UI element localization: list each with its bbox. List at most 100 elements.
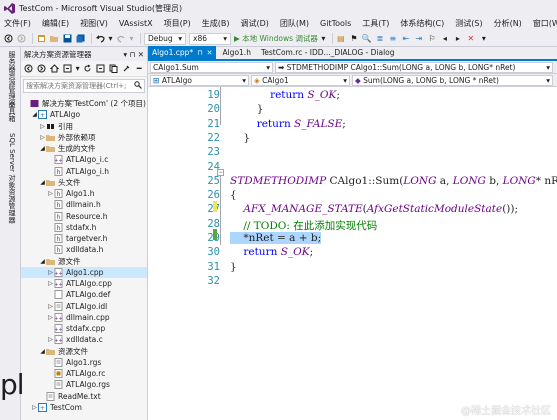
tree-item[interactable]: h dllmain.h (21, 199, 147, 210)
menu-item[interactable]: 分析(N) (494, 18, 522, 29)
panel-window-controls[interactable]: ▾ ⊓ ✕ (123, 50, 144, 59)
start-debugging-button[interactable]: ▶ 本地 Windows 调试器 (234, 33, 318, 44)
document-tab[interactable]: Algo1.cpp* ⊓ ✕ (148, 46, 217, 59)
browser-link-icon[interactable]: ▤ (336, 34, 346, 44)
toolbar-overflow-icon[interactable]: ▾ (479, 34, 489, 44)
document-tab[interactable]: Algo1.h (218, 46, 254, 59)
collapse-all-icon[interactable] (96, 64, 106, 74)
collapsed-arrow-icon[interactable]: ▷ (47, 336, 54, 343)
undo-icon[interactable] (95, 34, 105, 44)
show-all-files-icon[interactable] (109, 64, 119, 74)
open-file-icon[interactable] (49, 34, 59, 44)
tree-item[interactable]: Algo1.rgs (21, 357, 147, 368)
toolbox-tab[interactable]: 工具箱 (5, 101, 17, 122)
outdent-icon[interactable]: ⇤ (401, 34, 411, 44)
pending-changes-filter-icon[interactable] (62, 64, 72, 74)
menu-item[interactable]: GitTools (320, 19, 351, 28)
menu-item[interactable]: 项目(P) (164, 18, 191, 29)
menu-item[interactable]: 工具(T) (362, 18, 389, 29)
undo-dropdown-icon[interactable]: ▾ (108, 34, 113, 44)
method-dropdown[interactable]: ◆ Sum(LONG a, LONG b, LONG * nRet) ▾ (352, 74, 553, 86)
sql-server-object-explorer-tab[interactable]: SQL Server 对象资源管理器 (5, 133, 17, 223)
clear-bookmarks-icon[interactable]: ✕ (466, 34, 476, 44)
comment-icon[interactable]: ≣ (375, 34, 385, 44)
menu-item[interactable]: VAssistX (119, 19, 153, 28)
tree-item[interactable]: ◢ 生成的文件 (21, 143, 147, 154)
search-icon[interactable] (134, 81, 142, 91)
forward-icon[interactable] (37, 64, 47, 74)
close-tab-icon[interactable]: ✕ (207, 49, 213, 57)
tree-item[interactable]: ATLAlgo.rgs (21, 379, 147, 390)
toggle-bookmark-icon[interactable]: ⚐ (427, 34, 437, 44)
menu-item[interactable]: 视图(V) (80, 18, 108, 29)
solution-platform-dropdown[interactable]: x86 ▾ (189, 32, 231, 45)
server-explorer-tab[interactable]: 服务器资源管理器 (5, 51, 17, 107)
tree-item[interactable]: ▷ ++ ATLAlgo.cpp (21, 278, 147, 289)
menu-item[interactable]: 窗口(W) (533, 18, 557, 29)
save-icon[interactable] (62, 34, 72, 44)
preview-selected-items-icon[interactable]: ━ (134, 64, 144, 74)
menu-item[interactable]: 调试(D) (240, 18, 268, 29)
redo-icon[interactable] (116, 34, 126, 44)
tree-item[interactable]: h ATLAlgo_i.h (21, 166, 147, 177)
collapsed-arrow-icon[interactable]: ▷ (47, 314, 54, 321)
tree-item[interactable]: ▷ + TestCom (21, 402, 147, 413)
collapsed-arrow-icon[interactable]: ▷ (39, 123, 46, 130)
tree-item[interactable]: ▷ ATLAlgo.idl (21, 301, 147, 312)
menu-item[interactable]: 文件(F) (4, 18, 31, 29)
save-all-icon[interactable] (75, 34, 85, 44)
sync-with-active-document-icon[interactable]: ▾ (75, 64, 80, 74)
solution-explorer-search-input[interactable] (26, 82, 126, 90)
collapsed-arrow-icon[interactable]: ▷ (47, 280, 54, 287)
navigate-back-icon[interactable] (3, 34, 13, 44)
tree-item[interactable]: ATLAlgo.def (21, 289, 147, 300)
menu-item[interactable]: 生成(B) (202, 18, 230, 29)
solution-configuration-dropdown[interactable]: Debug ▾ (144, 32, 186, 45)
solution-explorer-search-box[interactable] (23, 79, 145, 93)
member-dropdown[interactable]: ➡ STDMETHODIMP CAlgo1::Sum(LONG a, LONG … (275, 61, 553, 73)
menu-item[interactable]: 编辑(E) (42, 18, 69, 29)
tree-item[interactable]: h xdlldata.h (21, 244, 147, 255)
collapsed-arrow-icon[interactable]: ▷ (47, 303, 54, 310)
navigate-forward-icon[interactable] (16, 34, 26, 44)
bookmark-icon[interactable]: ⚑ (349, 34, 359, 44)
previous-bookmark-icon[interactable]: ◂ (440, 34, 450, 44)
class-dropdown[interactable]: ◈ CAlgo1 ▾ (251, 74, 350, 86)
tree-item[interactable]: ▷ ++ dllmain.cpp (21, 312, 147, 323)
tree-item[interactable]: ◢ 头文件 (21, 177, 147, 188)
expanded-arrow-icon[interactable]: ◢ (39, 348, 46, 355)
tree-item[interactable]: ++ ATLAlgo_i.c (21, 154, 147, 165)
tree-item[interactable]: ▷ ++ Algo1.cpp (21, 266, 147, 278)
new-project-icon[interactable] (36, 34, 46, 44)
redo-dropdown-icon[interactable]: ▾ (129, 34, 134, 44)
tree-item[interactable]: ++ stdafx.cpp (21, 323, 147, 334)
tree-item[interactable]: ◢ 资源文件 (21, 346, 147, 357)
expanded-arrow-icon[interactable]: ◢ (39, 179, 46, 186)
tree-item[interactable]: h stdafx.h (21, 222, 147, 233)
tree-item[interactable]: h Resource.h (21, 211, 147, 222)
scope-dropdown[interactable]: CAlgo1.Sum ▾ (150, 61, 273, 73)
document-tab[interactable]: TestCom.rc - IDD..._DIALOG - Dialog (257, 46, 399, 59)
tree-item[interactable]: ▷ h Algo1.h (21, 188, 147, 199)
home-icon[interactable] (49, 64, 60, 74)
menu-item[interactable]: 团队(M) (280, 18, 309, 29)
collapsed-arrow-icon[interactable]: ▷ (39, 134, 46, 141)
project-dropdown[interactable]: ⊞ ATLAlgo ▾ (150, 74, 249, 86)
start-debugging-dropdown-icon[interactable]: ▾ (321, 34, 326, 44)
uncomment-icon[interactable]: ≡ (388, 34, 398, 44)
indent-icon[interactable]: ⇥ (414, 34, 424, 44)
properties-icon[interactable] (121, 64, 131, 74)
code-editor[interactable]: 1920212223242526272829303132 − return S_… (148, 87, 557, 406)
menu-item[interactable]: 测试(S) (455, 18, 482, 29)
tree-item[interactable]: ATLAlgo.rc (21, 368, 147, 379)
tree-item[interactable]: h targetver.h (21, 233, 147, 244)
tree-item[interactable]: ▷ ++ xdlldata.c (21, 334, 147, 345)
collapsed-arrow-icon[interactable]: ▷ (47, 269, 54, 276)
tree-item[interactable]: 解决方案'TestCom' (2 个项目) (21, 98, 147, 109)
refresh-icon[interactable] (83, 64, 93, 74)
tree-item[interactable]: ◢ 源文件 (21, 256, 147, 267)
tree-item[interactable]: ReadMe.txt (21, 391, 147, 402)
tree-item[interactable]: ◢ + ATLAlgo (21, 109, 147, 120)
expanded-arrow-icon[interactable]: ◢ (31, 111, 38, 118)
expanded-arrow-icon[interactable]: ◢ (39, 145, 46, 152)
